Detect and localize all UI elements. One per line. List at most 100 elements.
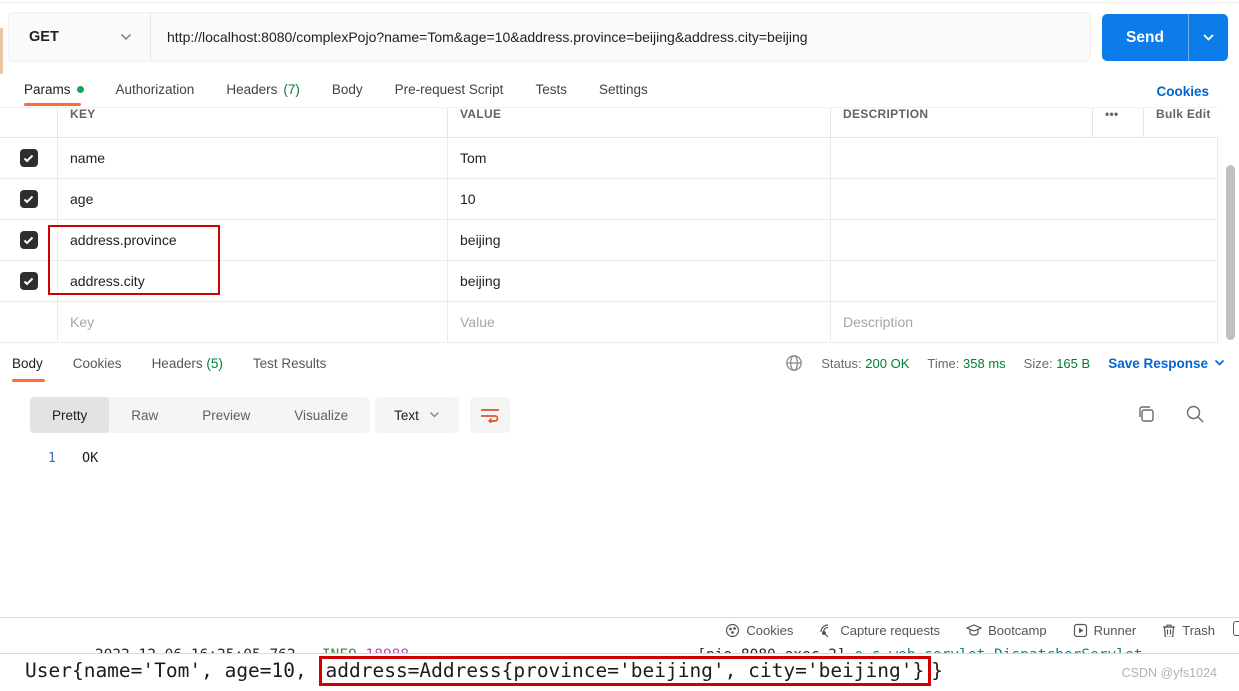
tab-body[interactable]: Body (332, 82, 363, 97)
console-log-overlay: 2022-12-06 16:25:05.762 INFO 18988 [nio-… (0, 637, 1239, 691)
description-cell[interactable] (830, 179, 1218, 219)
annotation-box-log: address=Address{province='beijing', city… (318, 656, 932, 686)
log-line-2: User{name='Tom', age=10, address=Address… (0, 656, 1239, 686)
url-editor: GET http://localhost:8080/complexPojo?na… (8, 12, 1091, 62)
more-options-icon: ••• (1105, 108, 1119, 121)
request-tabs: Params Authorization Headers (7) Body Pr… (24, 82, 648, 97)
wrap-text-button[interactable] (470, 397, 510, 433)
log-tail: : C (1142, 647, 1239, 653)
search-icon (1186, 405, 1204, 423)
key-cell[interactable]: address.city (57, 261, 447, 301)
value-input-placeholder[interactable]: Value (447, 302, 830, 342)
format-select[interactable]: Text (375, 397, 459, 433)
footer-trash[interactable]: Trash (1162, 623, 1215, 638)
params-table-header: KEY VALUE DESCRIPTION ••• Bulk Edit (0, 108, 1218, 138)
url-input[interactable]: http://localhost:8080/complexPojo?name=T… (151, 13, 1090, 61)
active-tab-underline (24, 103, 81, 106)
footer-cookies[interactable]: Cookies (725, 623, 793, 638)
column-value: VALUE (460, 108, 502, 121)
watermark: CSDN @yfs1024 (1121, 666, 1217, 680)
row-checkbox[interactable] (19, 231, 38, 249)
column-key: KEY (70, 108, 96, 121)
send-button[interactable]: Send (1102, 14, 1189, 61)
description-cell[interactable] (830, 220, 1218, 260)
response-tab-headers[interactable]: Headers (5) (152, 356, 223, 371)
method-select[interactable]: GET (9, 13, 151, 61)
log-timestamp: 2022-12-06 16:25:05.762 (95, 647, 296, 653)
log-class: o.s.web.servlet.DispatcherServlet (854, 647, 1142, 653)
tab-tests[interactable]: Tests (535, 82, 567, 97)
value-cell[interactable]: Tom (447, 138, 830, 178)
log-line-1: 2022-12-06 16:25:05.762 INFO 18988 [nio-… (0, 637, 1239, 653)
globe-icon[interactable] (785, 354, 803, 372)
response-headers-count: (5) (206, 356, 223, 371)
value-cell[interactable]: 10 (447, 179, 830, 219)
send-button-group: Send (1102, 14, 1228, 61)
sidebar-edge (0, 28, 3, 74)
response-tabs: Body Cookies Headers (5) Test Results (12, 356, 326, 371)
tab-params[interactable]: Params (24, 82, 84, 97)
view-mode-switcher: Pretty Raw Preview Visualize (30, 397, 371, 433)
table-row: address.province beijing (0, 220, 1218, 261)
tab-prerequest-script[interactable]: Pre-request Script (395, 82, 504, 97)
save-response-button[interactable]: Save Response (1108, 356, 1225, 371)
cookies-link[interactable]: Cookies (1156, 84, 1209, 99)
mode-pretty[interactable]: Pretty (30, 397, 110, 433)
description-input-placeholder[interactable]: Description (830, 302, 1218, 342)
description-cell[interactable] (830, 261, 1218, 301)
params-active-dot (76, 86, 84, 93)
cookie-icon (726, 623, 740, 637)
response-tab-cookies[interactable]: Cookies (73, 356, 122, 371)
key-cell[interactable]: age (57, 179, 447, 219)
description-cell[interactable] (830, 138, 1218, 178)
search-button[interactable] (1185, 404, 1205, 424)
tab-headers[interactable]: Headers (7) (226, 82, 300, 97)
footer-runner[interactable]: Runner (1073, 623, 1136, 638)
trash-icon (1163, 624, 1176, 638)
log-pid: 18988 (357, 647, 409, 653)
table-row: address.city beijing (0, 261, 1218, 302)
table-row: age 10 (0, 179, 1218, 220)
mode-preview[interactable]: Preview (180, 397, 272, 433)
key-input-placeholder[interactable]: Key (57, 302, 447, 342)
send-options-button[interactable] (1189, 14, 1228, 61)
line-number: 1 (47, 450, 56, 466)
headers-count: (7) (283, 82, 300, 97)
log-thread: [nio-8080-exec-2] (409, 647, 854, 653)
table-row-new: Key Value Description (0, 302, 1218, 343)
response-body-line: 1 OK (0, 450, 98, 466)
footer-capture-requests[interactable]: Capture requests (819, 623, 940, 638)
postman-window: GET http://localhost:8080/complexPojo?na… (0, 0, 1239, 691)
time-badge: Time: 358 ms (927, 355, 1006, 371)
top-divider (0, 2, 1239, 3)
tab-settings[interactable]: Settings (599, 82, 648, 97)
footer-bootcamp[interactable]: Bootcamp (966, 623, 1047, 638)
runner-icon (1073, 623, 1087, 637)
bootcamp-icon (966, 624, 983, 636)
row-checkbox[interactable] (19, 272, 38, 290)
value-cell[interactable]: beijing (447, 220, 830, 260)
value-cell[interactable]: beijing (447, 261, 830, 301)
row-checkbox[interactable] (19, 190, 38, 208)
tab-authorization[interactable]: Authorization (116, 82, 195, 97)
panel-toggle-icon[interactable] (1233, 621, 1239, 636)
response-active-tab-underline (12, 379, 45, 382)
mode-visualize[interactable]: Visualize (272, 397, 370, 433)
key-cell[interactable]: address.province (57, 220, 447, 260)
log-divider (0, 653, 1239, 654)
status-badge: Status: 200 OK (821, 355, 910, 371)
bulk-edit-button[interactable]: Bulk Edit (1143, 108, 1218, 137)
response-tab-test-results[interactable]: Test Results (253, 356, 327, 371)
response-body-text: OK (82, 450, 99, 466)
copy-icon (1139, 406, 1154, 422)
table-row: name Tom (0, 138, 1218, 179)
copy-button[interactable] (1136, 404, 1156, 424)
capture-requests-icon (820, 623, 829, 637)
vertical-scrollbar[interactable] (1226, 165, 1235, 340)
more-options-button[interactable]: ••• (1092, 108, 1143, 137)
key-cell[interactable]: name (57, 138, 447, 178)
mode-raw[interactable]: Raw (109, 397, 180, 433)
row-checkbox[interactable] (19, 149, 38, 167)
response-tab-body[interactable]: Body (12, 356, 43, 371)
size-badge: Size: 165 B (1023, 355, 1091, 371)
